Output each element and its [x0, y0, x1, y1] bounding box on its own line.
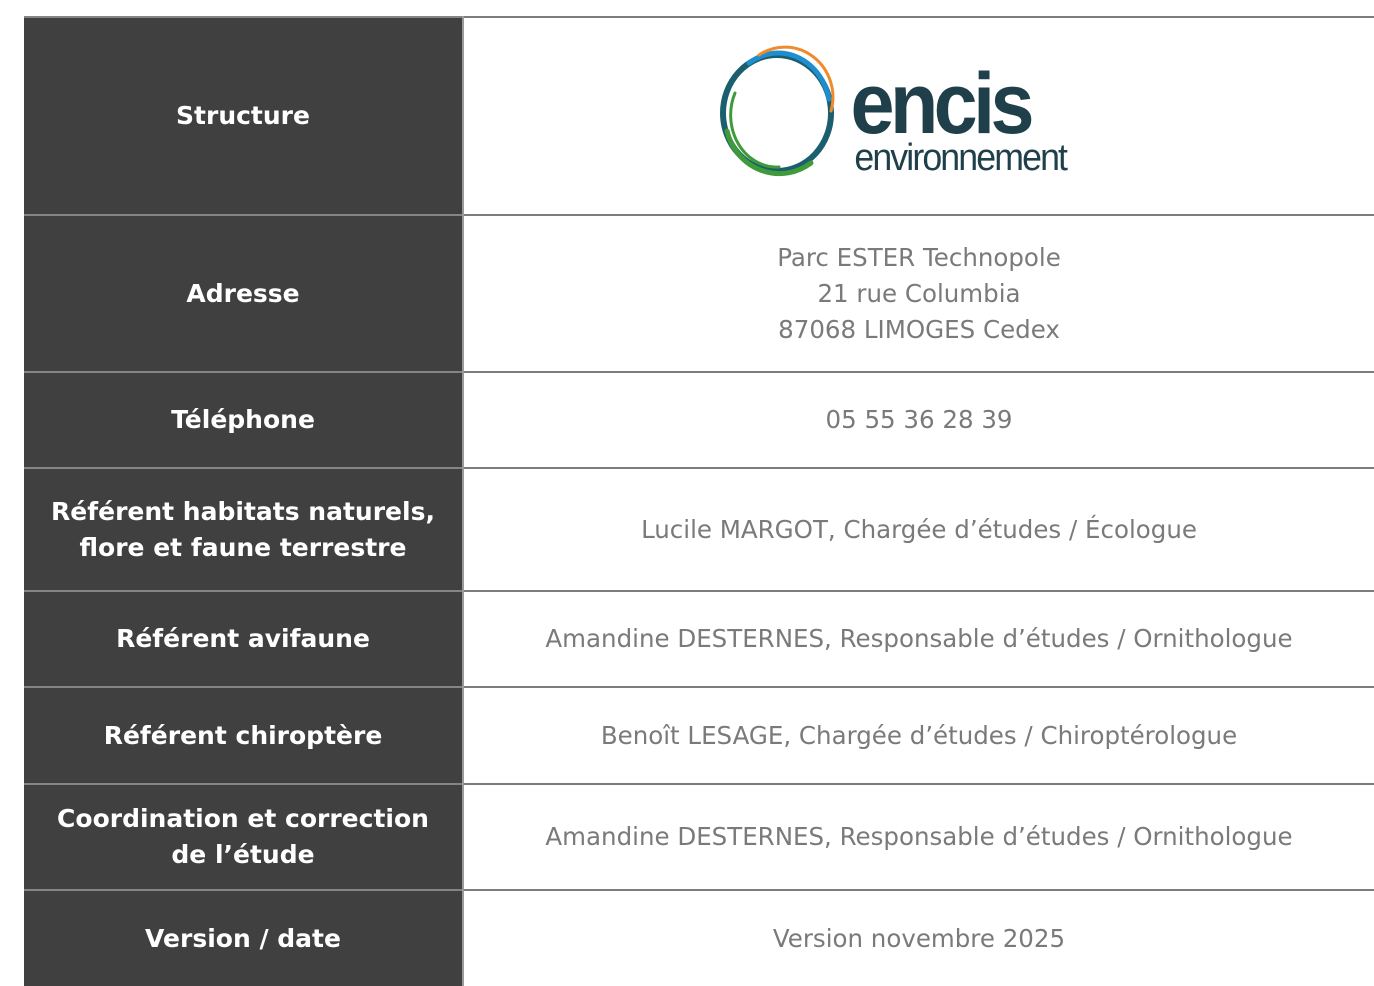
referent-habitats-label: Référent habitats naturels, flore et fau… [51, 496, 435, 562]
row-referent-habitats: Référent habitats naturels, flore et fau… [24, 467, 1374, 591]
structure-label: Structure [176, 101, 310, 130]
referent-avifaune-value: Amandine DESTERNES, Responsable d’études… [545, 624, 1293, 653]
encis-logo: encis environnement [719, 41, 1119, 181]
label-cell: Référent avifaune [24, 590, 464, 687]
row-structure: Structure encis environnement [24, 16, 1374, 215]
value-cell: Benoît LESAGE, Chargée d’études / Chirop… [463, 686, 1374, 784]
encis-ring-icon: encis environnement [720, 45, 1070, 178]
value-cell: 05 55 36 28 39 [463, 371, 1374, 468]
label-cell: Structure [24, 16, 464, 215]
value-cell: Parc ESTER Technopole 21 rue Columbia 87… [463, 214, 1374, 372]
label-cell: Adresse [24, 214, 464, 372]
referent-chiroptere-label: Référent chiroptère [103, 720, 383, 750]
coordination-label: Coordination et correction de l’étude [57, 804, 429, 869]
address-line: Parc ESTER Technopole [777, 242, 1061, 272]
row-coordination: Coordination et correction de l’étude Am… [24, 783, 1374, 890]
label-cell: Version / date [24, 889, 464, 986]
coordination-value: Amandine DESTERNES, Responsable d’études… [545, 822, 1293, 851]
row-referent-chiroptere: Référent chiroptère Benoît LESAGE, Charg… [24, 686, 1374, 784]
info-table: Structure encis environnement Adresse Pa… [24, 16, 1374, 986]
telephone-value: 05 55 36 28 39 [825, 405, 1013, 434]
version-date-value: Version novembre 2025 [772, 923, 1066, 953]
logo-subword: environnement [854, 136, 1067, 178]
adresse-label: Adresse [186, 278, 300, 308]
version-date-label: Version / date [145, 923, 341, 953]
row-adresse: Adresse Parc ESTER Technopole 21 rue Col… [24, 214, 1374, 372]
label-cell: Référent habitats naturels, flore et fau… [24, 467, 464, 591]
value-cell: Lucile MARGOT, Chargée d’études / Écolog… [463, 467, 1374, 591]
referent-chiroptere-value: Benoît LESAGE, Chargée d’études / Chirop… [600, 720, 1238, 750]
row-referent-avifaune: Référent avifaune Amandine DESTERNES, Re… [24, 590, 1374, 687]
value-cell: encis environnement [463, 16, 1374, 215]
label-cell: Référent chiroptère [24, 686, 464, 784]
referent-avifaune-label: Référent avifaune [116, 624, 370, 653]
row-version-date: Version / date Version novembre 2025 [24, 889, 1374, 986]
referent-habitats-value: Lucile MARGOT, Chargée d’études / Écolog… [641, 514, 1197, 544]
value-cell: Amandine DESTERNES, Responsable d’études… [463, 590, 1374, 687]
row-telephone: Téléphone 05 55 36 28 39 [24, 371, 1374, 468]
telephone-label: Téléphone [171, 405, 315, 434]
label-cell: Coordination et correction de l’étude [24, 783, 464, 890]
value-cell: Version novembre 2025 [463, 889, 1374, 986]
address-line: 21 rue Columbia [817, 278, 1021, 308]
value-cell: Amandine DESTERNES, Responsable d’études… [463, 783, 1374, 890]
address-line: 87068 LIMOGES Cedex [778, 314, 1060, 344]
label-cell: Téléphone [24, 371, 464, 468]
